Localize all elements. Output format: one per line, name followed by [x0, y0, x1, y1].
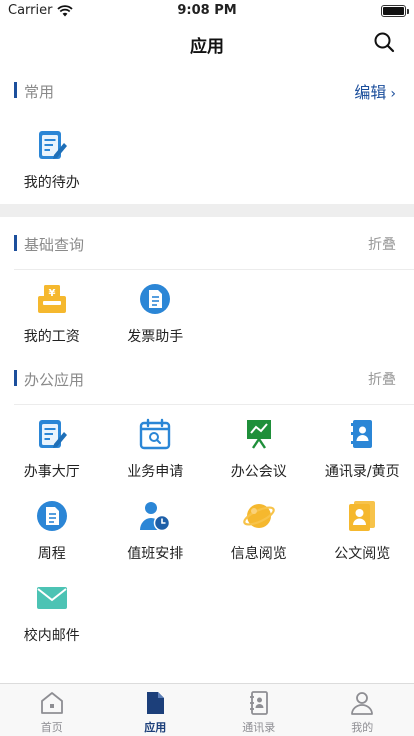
section-separator	[0, 204, 414, 217]
app-tile-todo[interactable]: 我的待办	[0, 116, 104, 198]
app-label: 信息阅览	[230, 546, 287, 562]
weekly-doc-icon	[36, 501, 67, 531]
app-label: 发票助手	[127, 329, 184, 345]
address-book-icon	[249, 691, 268, 715]
section-title-office: 办公应用	[24, 371, 85, 389]
app-tile-mail[interactable]: 校内邮件	[0, 569, 104, 651]
app-label: 校内邮件	[23, 628, 80, 644]
tab-home[interactable]: 首页	[0, 684, 104, 736]
search-icon[interactable]	[372, 30, 396, 54]
user-icon	[351, 692, 374, 715]
content-scroll[interactable]: 常用 编辑 › 我的待办 基础查询 折叠 ¥ 我的工资 发票助手 办公应用 折叠…	[0, 64, 414, 683]
app-doc-icon	[147, 692, 165, 714]
app-label: 周程	[37, 546, 66, 562]
salary-icon: ¥	[37, 285, 66, 313]
tab-label: 应用	[144, 721, 167, 734]
mail-envelope-icon	[36, 587, 67, 609]
section-marker	[14, 82, 17, 98]
home-icon	[40, 692, 63, 714]
section-header-common: 常用 编辑 ›	[0, 64, 414, 116]
grid-basic: ¥ 我的工资 发票助手	[0, 270, 414, 352]
app-tile-duty[interactable]: 值班安排	[104, 487, 208, 569]
app-label: 值班安排	[127, 546, 184, 562]
grid-common: 我的待办	[0, 116, 414, 198]
section-header-basic: 基础查询 折叠	[0, 217, 414, 269]
tab-apps[interactable]: 应用	[104, 684, 208, 736]
planet-icon	[242, 504, 275, 528]
app-tile-official-doc[interactable]: 公文阅览	[311, 487, 414, 569]
app-tile-invoice[interactable]: 发票助手	[104, 270, 208, 352]
status-bar: Carrier 9:08 PM	[0, 0, 414, 22]
meeting-board-icon	[246, 420, 271, 449]
app-label: 通讯录/黄页	[324, 464, 400, 480]
app-label: 办事大厅	[23, 464, 80, 480]
section-marker	[14, 235, 17, 251]
tab-contacts[interactable]: 通讯录	[207, 684, 311, 736]
calendar-search-icon	[140, 418, 171, 450]
status-time: 9:08 PM	[177, 3, 237, 18]
chevron-right-icon: ›	[390, 86, 396, 102]
tab-me[interactable]: 我的	[311, 684, 414, 736]
app-tile-info[interactable]: 信息阅览	[207, 487, 311, 569]
app-label: 我的工资	[23, 329, 80, 345]
page-title: 应用	[190, 37, 224, 57]
todo-doc-icon	[38, 131, 67, 159]
section-title-common: 常用	[24, 83, 55, 101]
section-header-office: 办公应用 折叠	[0, 352, 414, 404]
tab-label: 我的	[351, 721, 374, 734]
collapse-button-office[interactable]: 折叠	[368, 369, 396, 389]
app-label: 办公会议	[230, 464, 287, 480]
app-tile-salary[interactable]: ¥ 我的工资	[0, 270, 104, 352]
duty-person-clock-icon	[140, 502, 171, 532]
collapse-button-basic[interactable]: 折叠	[368, 234, 396, 254]
nav-bar: 应用	[0, 22, 414, 64]
battery-icon	[381, 5, 409, 17]
app-label: 业务申请	[127, 464, 184, 480]
app-tile-weekly[interactable]: 周程	[0, 487, 104, 569]
tab-bar: 首页 应用 通讯录 我的	[0, 683, 414, 736]
grid-office: 办事大厅 业务申请 办公会议 通讯录/黄页 周程 值班安排 信息阅览 公文阅览 …	[0, 405, 414, 651]
app-tile-business-apply[interactable]: 业务申请	[104, 405, 208, 487]
tab-label: 通讯录	[242, 721, 276, 734]
edit-button[interactable]: 编辑 ›	[354, 79, 396, 103]
section-marker	[14, 370, 17, 386]
app-label: 我的待办	[23, 175, 80, 191]
service-hall-icon	[38, 420, 67, 448]
tab-label: 首页	[40, 721, 63, 734]
edit-label: 编辑	[354, 83, 387, 102]
section-title-basic: 基础查询	[24, 236, 85, 254]
app-tile-service-hall[interactable]: 办事大厅	[0, 405, 104, 487]
invoice-icon	[140, 284, 171, 314]
app-tile-contacts[interactable]: 通讯录/黄页	[311, 405, 414, 487]
app-tile-meeting[interactable]: 办公会议	[207, 405, 311, 487]
official-doc-icon	[349, 501, 376, 531]
app-label: 公文阅览	[334, 546, 391, 562]
contacts-book-icon	[351, 420, 373, 448]
